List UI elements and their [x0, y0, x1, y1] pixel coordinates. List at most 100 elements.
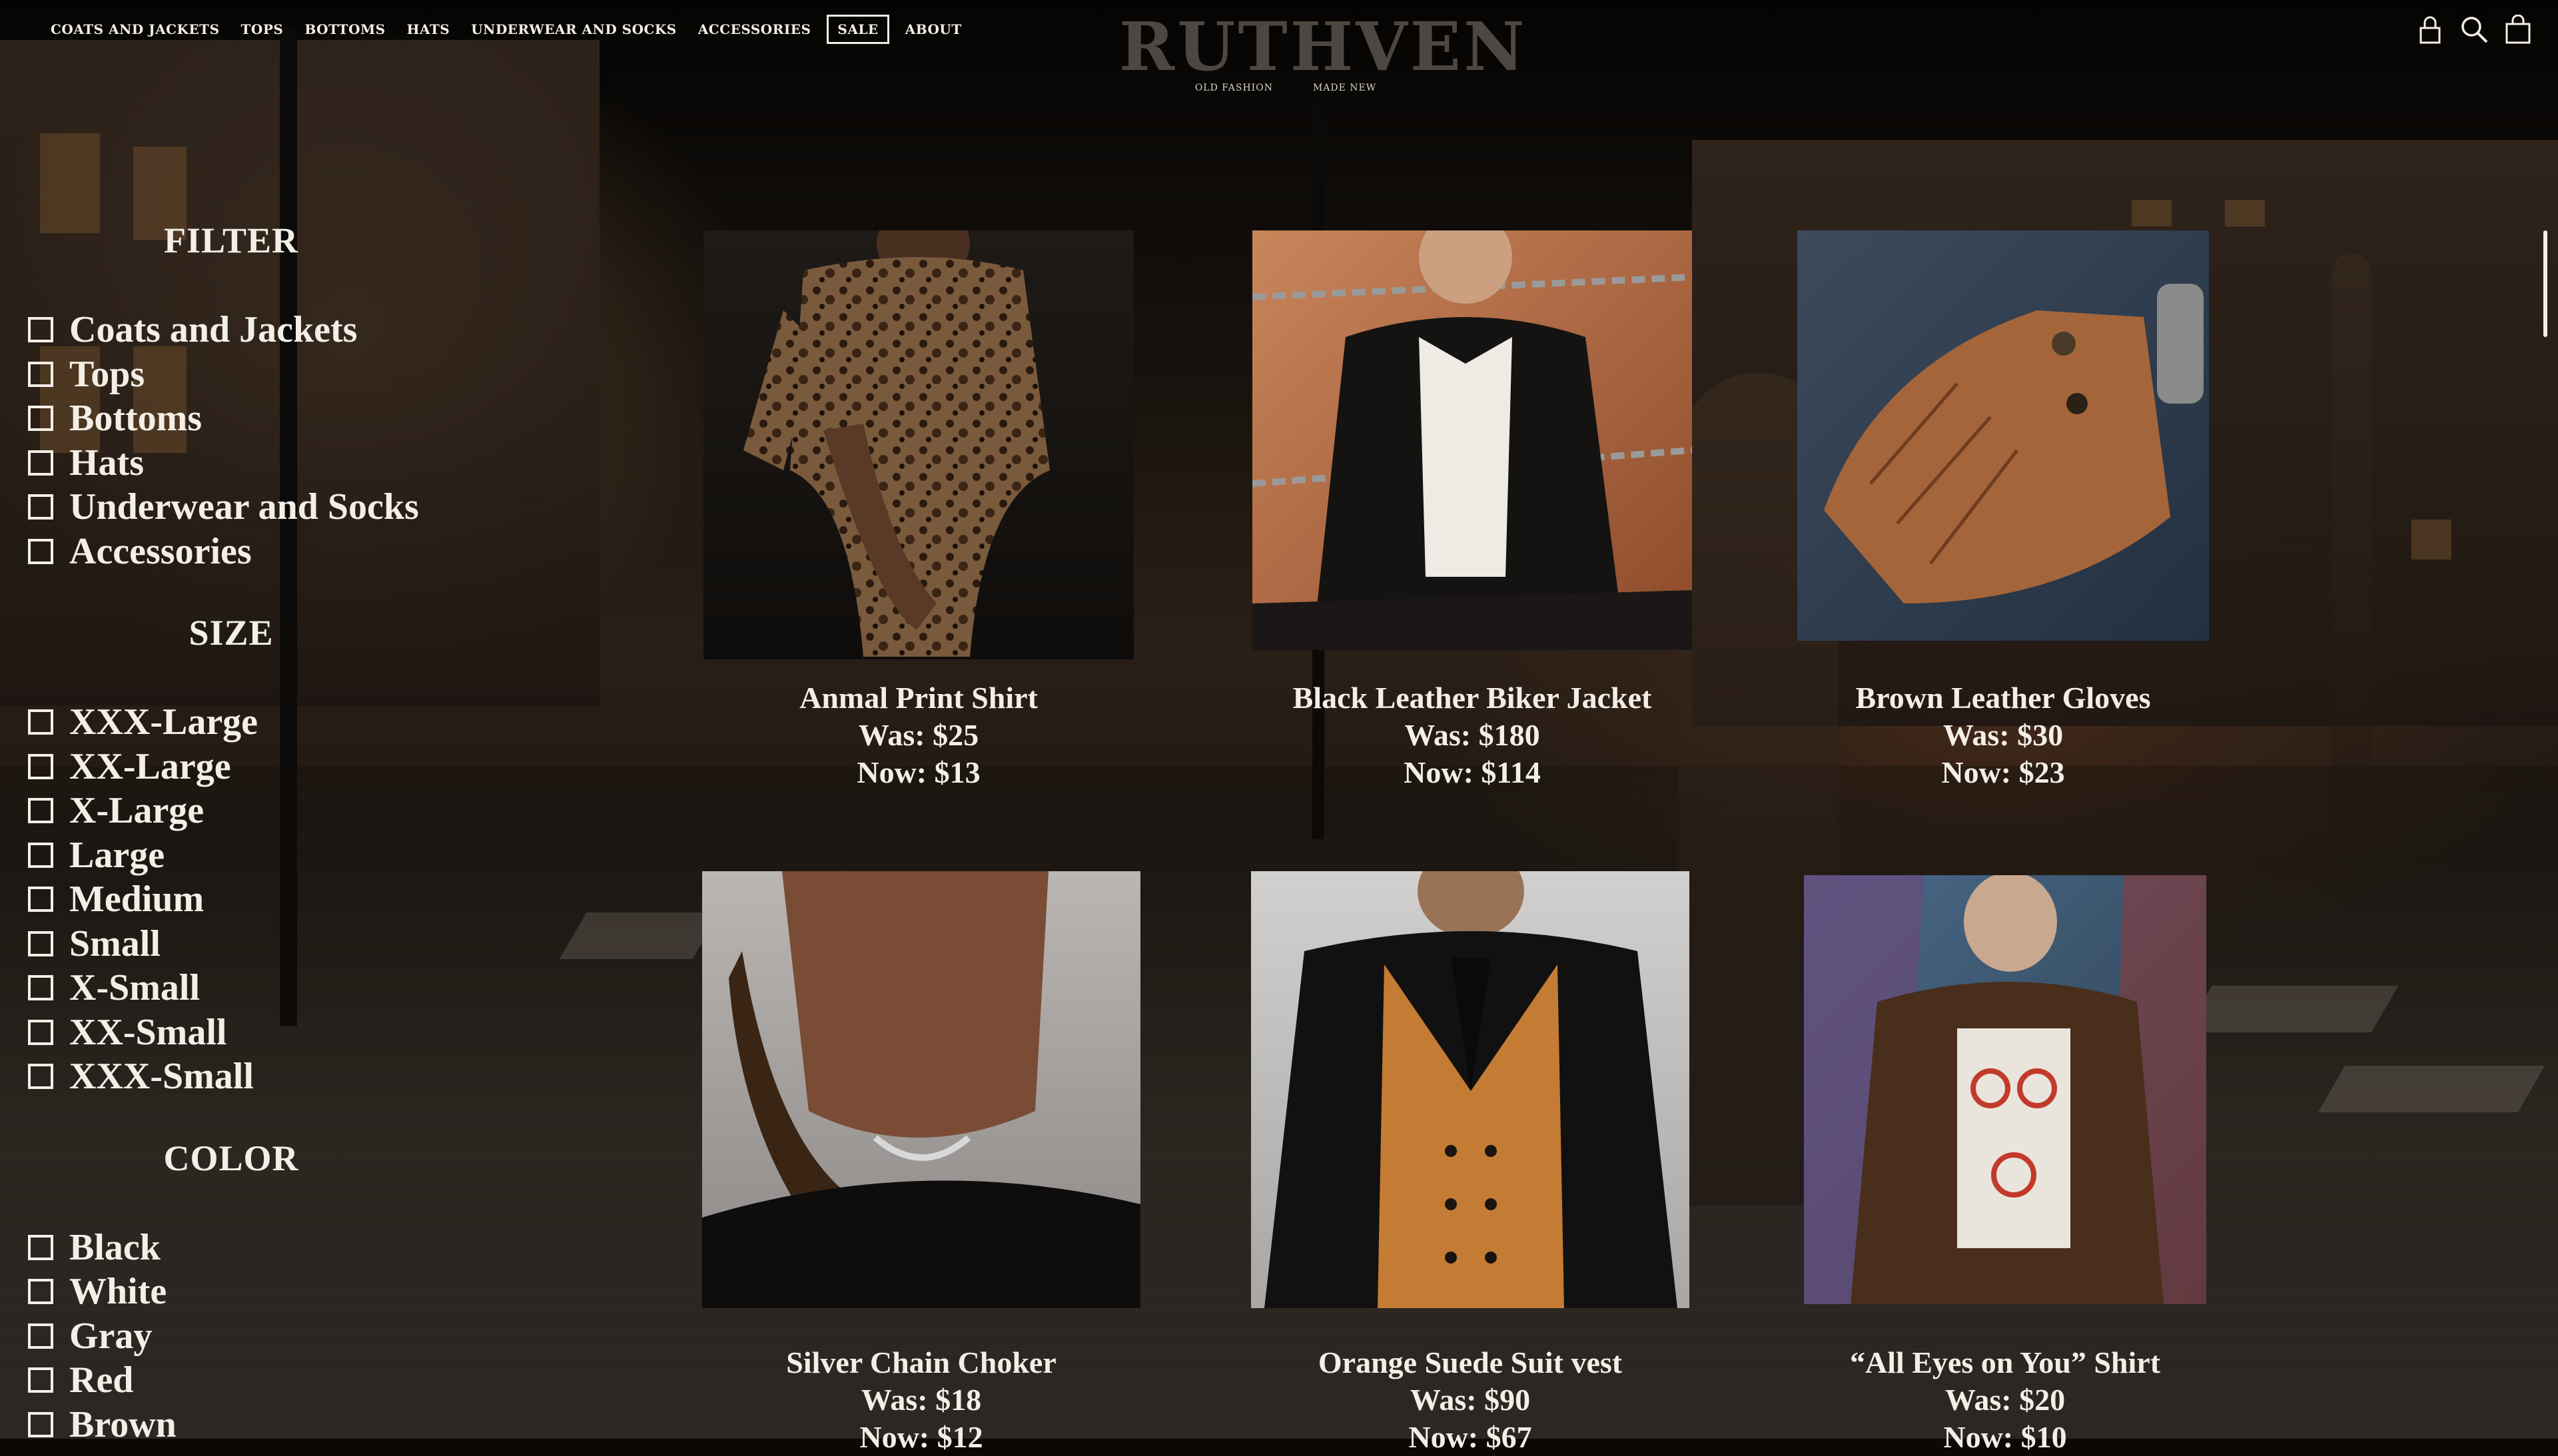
product-was-price: Was: $25 — [858, 718, 979, 752]
size-option-xx-large[interactable]: XX-Large — [28, 745, 441, 789]
filter-option-coats-and-jackets[interactable]: Coats and Jackets — [28, 308, 441, 352]
checkbox[interactable] — [28, 1367, 53, 1393]
product-now-price: Now: $23 — [1941, 755, 2065, 789]
header-icons — [2415, 13, 2533, 45]
checkbox[interactable] — [28, 930, 53, 956]
checkbox[interactable] — [28, 538, 53, 564]
nav-coats-and-jackets[interactable]: COATS AND JACKETS — [40, 15, 230, 44]
nav-hats[interactable]: HATS — [396, 15, 461, 44]
checkbox[interactable] — [28, 361, 53, 387]
checkbox[interactable] — [28, 1323, 53, 1349]
shopping-bag-icon[interactable] — [2503, 13, 2533, 45]
category-filter-list: Coats and Jackets Tops Bottoms Hats Unde… — [28, 308, 441, 573]
checkbox[interactable] — [28, 494, 53, 520]
size-option-xxx-large[interactable]: XXX-Large — [28, 700, 441, 745]
product-caption: Orange Suede Suit vest Was: $90 Now: $67 — [1251, 1344, 1689, 1456]
product-image-silver-chain-choker[interactable] — [702, 871, 1140, 1308]
lock-icon[interactable] — [2415, 13, 2445, 45]
size-label: XXX-Large — [69, 701, 258, 743]
product-was-price: Was: $30 — [1942, 718, 2064, 752]
product-now-price: Now: $13 — [857, 755, 981, 789]
checkbox[interactable] — [28, 406, 53, 432]
filter-option-underwear-and-socks[interactable]: Underwear and Socks — [28, 485, 441, 530]
color-title: COLOR — [163, 1138, 299, 1178]
color-filter-list: Black White Gray Red Brown — [28, 1226, 441, 1447]
size-option-x-small[interactable]: X-Small — [28, 966, 441, 1010]
product-name[interactable]: Silver Chain Choker — [702, 1344, 1140, 1381]
nav-tops[interactable]: TOPS — [230, 15, 294, 44]
product-now-price: Now: $67 — [1408, 1420, 1532, 1454]
product-name[interactable]: “All Eyes on You” Shirt — [1804, 1344, 2206, 1381]
product-image-black-leather-biker-jacket[interactable] — [1252, 230, 1692, 650]
color-label: Gray — [69, 1315, 153, 1357]
product-caption: Silver Chain Choker Was: $18 Now: $12 — [702, 1344, 1140, 1456]
size-label: Large — [69, 834, 165, 876]
color-option-red[interactable]: Red — [28, 1358, 441, 1403]
size-label: XX-Large — [69, 745, 231, 787]
product-name[interactable]: Orange Suede Suit vest — [1251, 1344, 1689, 1381]
tagline-left: OLD FASHION — [1194, 83, 1273, 93]
checkbox[interactable] — [28, 1279, 53, 1305]
color-label: Red — [69, 1359, 134, 1401]
checkbox[interactable] — [28, 450, 53, 476]
nav-bottoms[interactable]: BOTTOMS — [294, 15, 396, 44]
filter-option-hats[interactable]: Hats — [28, 441, 441, 486]
size-title: SIZE — [189, 613, 274, 653]
size-option-large[interactable]: Large — [28, 833, 441, 878]
product-name[interactable]: Anmal Print Shirt — [703, 679, 1134, 717]
product-name[interactable]: Brown Leather Gloves — [1797, 679, 2209, 717]
checkbox[interactable] — [28, 753, 53, 779]
checkbox[interactable] — [28, 1411, 53, 1437]
size-option-x-large[interactable]: X-Large — [28, 789, 441, 833]
size-label: X-Small — [69, 967, 200, 1009]
product-image-animal-print-shirt[interactable] — [703, 204, 1134, 659]
nav-about[interactable]: ABOUT — [895, 15, 973, 44]
checkbox[interactable] — [28, 887, 53, 912]
product-was-price: Was: $20 — [1944, 1383, 2066, 1417]
product-name[interactable]: Black Leather Biker Jacket — [1252, 679, 1692, 717]
product-was-price: Was: $18 — [861, 1383, 982, 1417]
filter-label: Tops — [69, 353, 145, 395]
product-image-orange-suede-suit-vest[interactable] — [1251, 871, 1689, 1308]
size-option-xx-small[interactable]: XX-Small — [28, 1010, 441, 1055]
checkbox[interactable] — [28, 709, 53, 735]
checkbox[interactable] — [28, 1064, 53, 1090]
color-option-black[interactable]: Black — [28, 1226, 441, 1270]
product-caption: Anmal Print Shirt Was: $25 Now: $13 — [703, 679, 1134, 791]
product-image-brown-leather-gloves[interactable] — [1797, 230, 2209, 641]
tagline-right: MADE NEW — [1312, 83, 1377, 93]
size-option-medium[interactable]: Medium — [28, 877, 441, 922]
color-option-gray[interactable]: Gray — [28, 1314, 441, 1359]
nav-accessories[interactable]: ACCESSORIES — [687, 15, 822, 44]
color-option-white[interactable]: White — [28, 1270, 441, 1314]
checkbox[interactable] — [28, 842, 53, 868]
size-option-xxx-small[interactable]: XXX-Small — [28, 1054, 441, 1099]
filter-sidebar: FILTER Coats and Jackets Tops Bottoms Ha… — [28, 220, 441, 1447]
filter-label: Accessories — [69, 530, 252, 572]
product-now-price: Now: $12 — [859, 1420, 983, 1454]
search-icon[interactable] — [2459, 13, 2489, 45]
scrollbar-thumb[interactable] — [2543, 230, 2547, 337]
size-label: XX-Small — [69, 1011, 227, 1053]
size-option-small[interactable]: Small — [28, 922, 441, 966]
brand-logo[interactable]: RUTHVEN OLD FASHION MADE NEW — [1119, 7, 1527, 93]
checkbox[interactable] — [28, 975, 53, 1001]
filter-option-accessories[interactable]: Accessories — [28, 530, 441, 574]
filter-label: Hats — [69, 442, 144, 484]
color-option-brown[interactable]: Brown — [28, 1403, 441, 1447]
product-caption: Brown Leather Gloves Was: $30 Now: $23 — [1797, 679, 2209, 791]
checkbox[interactable] — [28, 317, 53, 343]
checkbox[interactable] — [28, 1234, 53, 1260]
nav-sale[interactable]: SALE — [827, 15, 889, 44]
product-image-all-eyes-on-you-shirt[interactable] — [1804, 875, 2206, 1304]
product-was-price: Was: $90 — [1410, 1383, 1531, 1417]
filter-option-bottoms[interactable]: Bottoms — [28, 396, 441, 441]
product-caption: Black Leather Biker Jacket Was: $180 Now… — [1252, 679, 1692, 791]
product-now-price: Now: $114 — [1404, 755, 1541, 789]
nav-underwear-and-socks[interactable]: UNDERWEAR AND SOCKS — [460, 15, 687, 44]
brand-name: RUTHVEN — [1119, 7, 1527, 86]
filter-option-tops[interactable]: Tops — [28, 352, 441, 397]
checkbox[interactable] — [28, 1019, 53, 1045]
size-label: X-Large — [69, 790, 205, 832]
checkbox[interactable] — [28, 798, 53, 824]
